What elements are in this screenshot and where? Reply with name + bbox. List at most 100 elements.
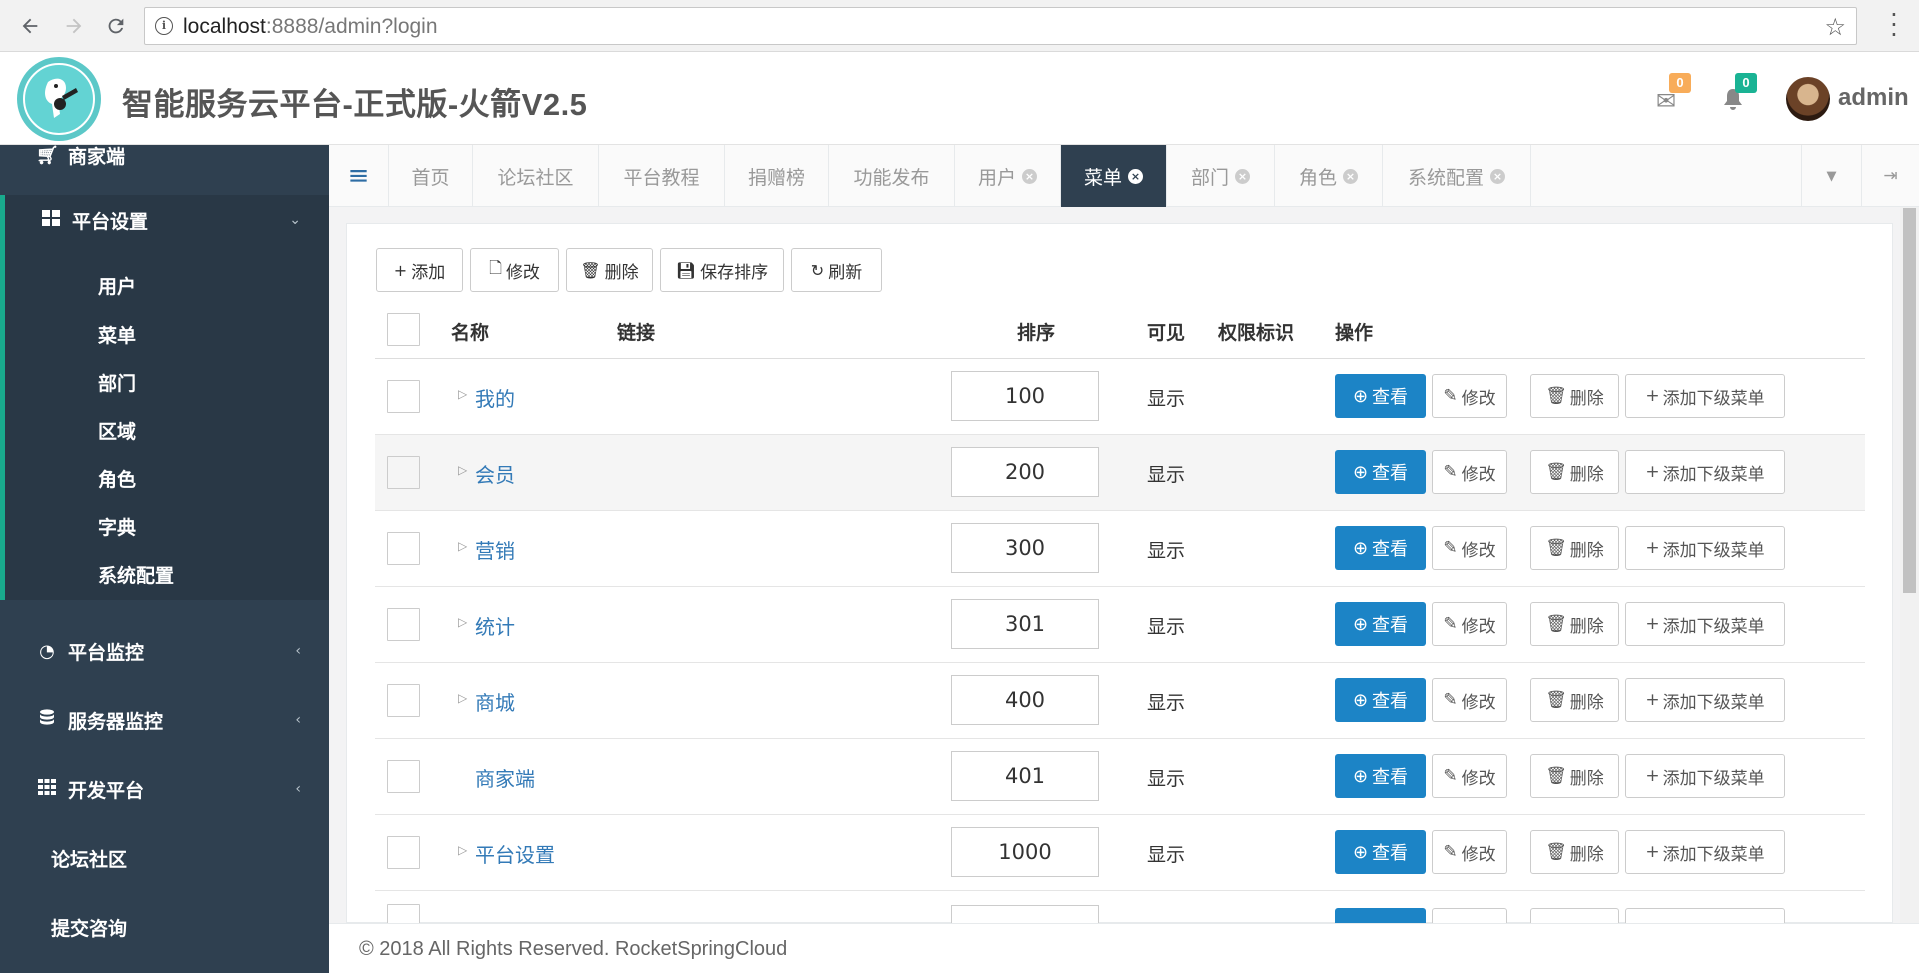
- tab-forum[interactable]: 论坛社区: [473, 145, 599, 207]
- tab-dept[interactable]: 部门 ×: [1167, 145, 1275, 207]
- avatar[interactable]: [1786, 77, 1830, 121]
- sidebar-group-platform[interactable]: 平台设置 ⌄: [0, 205, 329, 235]
- row-delete-button[interactable]: [1530, 908, 1619, 923]
- sign-out-icon[interactable]: ⇥: [1861, 145, 1919, 207]
- order-input[interactable]: 100: [951, 371, 1099, 421]
- edit-button[interactable]: 🗋︎ 修改: [470, 248, 559, 292]
- sidebar-item-role[interactable]: 角色: [98, 465, 136, 492]
- sidebar-item-menu[interactable]: 菜单: [98, 321, 136, 348]
- row-delete-button[interactable]: 🗑︎ 删除: [1530, 602, 1619, 646]
- sidebar-item-merchant[interactable]: 🛒︎ 商家端: [0, 145, 329, 168]
- browser-menu-icon[interactable]: · · ·: [1889, 3, 1899, 47]
- close-tab-icon[interactable]: ×: [1022, 168, 1037, 184]
- row-checkbox[interactable]: [387, 608, 420, 641]
- order-input[interactable]: 301: [951, 599, 1099, 649]
- row-edit-button[interactable]: ✎ 修改: [1432, 678, 1507, 722]
- hamburger-icon[interactable]: ≡: [329, 145, 389, 207]
- row-edit-button[interactable]: ✎ 修改: [1432, 830, 1507, 874]
- view-button[interactable]: ⊕ 查看: [1335, 678, 1426, 722]
- select-all-checkbox[interactable]: [387, 313, 420, 346]
- expand-icon[interactable]: ▷: [458, 463, 467, 477]
- order-input[interactable]: [951, 905, 1099, 923]
- expand-icon[interactable]: ▷: [458, 843, 467, 857]
- expand-icon[interactable]: ▷: [458, 691, 467, 705]
- view-button[interactable]: ⊕ 查看: [1335, 526, 1426, 570]
- sidebar-item-server[interactable]: 服务器监控 ‹: [0, 700, 329, 740]
- row-name[interactable]: 商城: [475, 687, 515, 716]
- row-edit-button[interactable]: ✎ 修改: [1432, 374, 1507, 418]
- expand-icon[interactable]: ▷: [458, 387, 467, 401]
- sidebar-item-dict[interactable]: 字典: [98, 513, 136, 540]
- tab-sysconfig[interactable]: 系统配置 ×: [1383, 145, 1531, 207]
- info-icon[interactable]: i: [155, 17, 173, 35]
- view-button[interactable]: [1335, 908, 1426, 923]
- row-checkbox[interactable]: [387, 904, 420, 923]
- order-input[interactable]: 400: [951, 675, 1099, 725]
- row-name[interactable]: 营销: [475, 535, 515, 564]
- tab-donate[interactable]: 捐赠榜: [725, 145, 829, 207]
- row-name[interactable]: 我的: [475, 383, 515, 412]
- row-delete-button[interactable]: 🗑︎ 删除: [1530, 678, 1619, 722]
- sidebar-item-dev[interactable]: 开发平台 ‹: [0, 769, 329, 809]
- expand-icon[interactable]: ▷: [458, 539, 467, 553]
- sidebar-item-monitor[interactable]: ◔ 平台监控 ‹: [0, 631, 329, 671]
- view-button[interactable]: ⊕ 查看: [1335, 450, 1426, 494]
- tab-home[interactable]: 首页: [389, 145, 473, 207]
- row-checkbox[interactable]: [387, 836, 420, 869]
- sidebar-item-sysconfig[interactable]: 系统配置: [98, 561, 174, 588]
- tab-user[interactable]: 用户 ×: [955, 145, 1061, 207]
- add-child-button[interactable]: + 添加下级菜单: [1625, 526, 1785, 570]
- tab-tutorial[interactable]: 平台教程: [599, 145, 725, 207]
- close-tab-icon[interactable]: ×: [1343, 168, 1358, 184]
- add-child-button[interactable]: + 添加下级菜单: [1625, 602, 1785, 646]
- close-tab-icon[interactable]: ×: [1235, 168, 1250, 184]
- caret-down-icon[interactable]: ▼: [1801, 145, 1861, 207]
- row-delete-button[interactable]: 🗑︎ 删除: [1530, 450, 1619, 494]
- order-input[interactable]: 1000: [951, 827, 1099, 877]
- tab-release[interactable]: 功能发布: [829, 145, 955, 207]
- add-child-button[interactable]: + 添加下级菜单: [1625, 678, 1785, 722]
- view-button[interactable]: ⊕ 查看: [1335, 754, 1426, 798]
- add-child-button[interactable]: + 添加下级菜单: [1625, 754, 1785, 798]
- row-name[interactable]: 平台设置: [475, 839, 555, 868]
- tab-role[interactable]: 角色 ×: [1275, 145, 1383, 207]
- row-edit-button[interactable]: ✎ 修改: [1432, 450, 1507, 494]
- row-name[interactable]: 统计: [475, 611, 515, 640]
- row-delete-button[interactable]: 🗑︎ 删除: [1530, 374, 1619, 418]
- row-checkbox[interactable]: [387, 684, 420, 717]
- add-child-button[interactable]: + 添加下级菜单: [1625, 830, 1785, 874]
- expand-icon[interactable]: ▷: [458, 615, 467, 629]
- row-edit-button[interactable]: ✎ 修改: [1432, 754, 1507, 798]
- add-child-button[interactable]: + 添加下级菜单: [1625, 374, 1785, 418]
- view-button[interactable]: ⊕ 查看: [1335, 602, 1426, 646]
- forward-icon[interactable]: [58, 10, 90, 42]
- order-input[interactable]: 401: [951, 751, 1099, 801]
- reload-icon[interactable]: [100, 10, 132, 42]
- sidebar-item-area[interactable]: 区域: [98, 417, 136, 444]
- order-input[interactable]: 200: [951, 447, 1099, 497]
- view-button[interactable]: ⊕ 查看: [1335, 374, 1426, 418]
- row-edit-button[interactable]: [1432, 908, 1507, 923]
- close-tab-icon[interactable]: ×: [1490, 168, 1505, 184]
- add-child-button[interactable]: [1625, 908, 1785, 923]
- address-bar[interactable]: i localhost:8888/admin?login ☆: [144, 7, 1857, 45]
- sidebar-item-forum[interactable]: 论坛社区: [0, 838, 329, 878]
- row-delete-button[interactable]: 🗑︎ 删除: [1530, 754, 1619, 798]
- refresh-button[interactable]: ↻ 刷新: [791, 248, 882, 292]
- scrollbar-thumb[interactable]: [1903, 208, 1916, 593]
- sidebar-item-dept[interactable]: 部门: [98, 369, 136, 396]
- row-delete-button[interactable]: 🗑︎ 删除: [1530, 830, 1619, 874]
- row-edit-button[interactable]: ✎ 修改: [1432, 526, 1507, 570]
- row-name[interactable]: 会员: [475, 459, 515, 488]
- row-name[interactable]: 商家端: [475, 763, 535, 792]
- close-tab-icon[interactable]: ×: [1128, 168, 1143, 184]
- delete-button[interactable]: 🗑︎ 删除: [566, 248, 653, 292]
- order-input[interactable]: 300: [951, 523, 1099, 573]
- bookmark-star-icon[interactable]: ☆: [1824, 13, 1846, 41]
- tab-menu[interactable]: 菜单 ×: [1061, 145, 1167, 207]
- user-name[interactable]: admin: [1838, 84, 1909, 112]
- row-delete-button[interactable]: 🗑︎ 删除: [1530, 526, 1619, 570]
- sidebar-item-consult[interactable]: 提交咨询: [0, 907, 329, 947]
- add-child-button[interactable]: + 添加下级菜单: [1625, 450, 1785, 494]
- row-checkbox[interactable]: [387, 456, 420, 489]
